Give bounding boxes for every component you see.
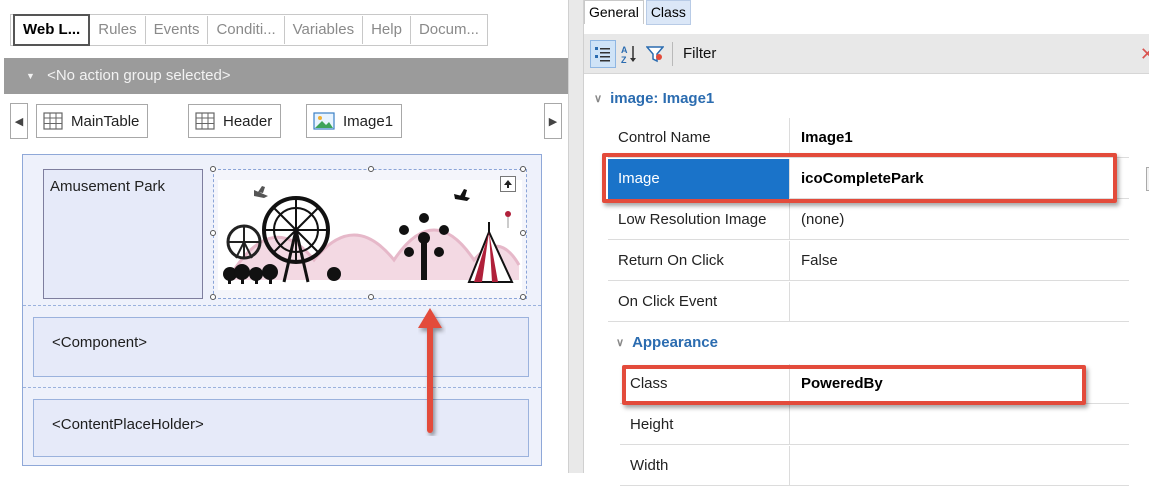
filter-icon [646,45,664,62]
breadcrumb-label: Header [223,112,273,130]
property-row-class[interactable]: Class PoweredBy [620,363,1129,404]
tab-variables[interactable]: Variables [285,16,364,44]
amusement-park-image [218,180,522,290]
image-icon [313,112,335,130]
chevron-down-icon[interactable]: ∨ [594,92,602,105]
component-text: <Component> [52,334,148,351]
breadcrumb-item-maintable[interactable]: MainTable [36,104,149,138]
property-value[interactable]: False [791,241,1149,281]
property-value[interactable] [791,446,1149,486]
properties-panel: General Class A Z Filter ✕ ∨ image: Imag… [584,0,1149,486]
resize-handle[interactable] [210,294,216,300]
action-group-bar[interactable]: ▼ <No action group selected> [4,58,568,94]
property-value[interactable]: icoCompletePark [791,159,1149,199]
breadcrumb-item-image1[interactable]: Image1 [306,104,403,138]
categorized-icon [595,46,610,61]
property-row-on-click-event[interactable]: On Click Event [608,281,1129,322]
svg-text:Z: Z [621,55,627,64]
image1-control[interactable] [210,166,527,300]
title-text: Amusement Park [50,178,166,195]
action-group-label: <No action group selected> [47,67,231,84]
resize-handle[interactable] [520,166,526,172]
table-icon [195,112,215,130]
property-row-width[interactable]: Width [620,445,1129,486]
layout-canvas[interactable]: Amusement Park <Component> <ContentPlace… [22,154,542,466]
scroll-right-button[interactable]: ▶ [544,103,562,139]
property-value[interactable]: PoweredBy [791,364,1149,404]
property-row-control-name[interactable]: Control Name Image1 [608,117,1129,158]
chevron-down-icon[interactable]: ▼ [26,71,35,81]
tab-events[interactable]: Events [146,16,209,44]
web-layout-designer: Web L... Rules Events Conditi... Variabl… [0,0,568,473]
panel-splitter[interactable] [568,0,584,473]
resize-handle[interactable] [210,230,216,236]
filter-button[interactable] [642,40,668,68]
property-row-return-on-click[interactable]: Return On Click False [608,240,1129,281]
chevron-down-icon[interactable]: ∨ [616,336,624,349]
property-name: Height [620,404,790,445]
properties-tabs: General Class [584,0,691,30]
tab-web-layout[interactable]: Web L... [13,14,91,46]
breadcrumb-item-header[interactable]: Header [188,104,282,138]
resize-handle[interactable] [368,294,374,300]
categorized-view-button[interactable] [590,39,616,68]
table-icon [43,112,63,130]
property-row-image[interactable]: Image icoCompletePark ... [608,158,1149,199]
alphabetical-sort-button[interactable]: A Z [616,40,642,68]
property-value[interactable]: (none) [791,200,1149,240]
title-textblock[interactable]: Amusement Park [43,169,203,299]
property-name: Class [620,363,790,404]
properties-toolbar: A Z Filter [584,34,1149,74]
category-image[interactable]: ∨ image: Image1 [594,80,714,116]
breadcrumb-label: Image1 [343,112,394,130]
content-placeholder[interactable]: <ContentPlaceHolder> [33,399,529,457]
row-divider [23,387,541,388]
resize-handle[interactable] [520,294,526,300]
property-name: Width [620,445,790,486]
tab-class[interactable]: Class [645,0,691,25]
property-value[interactable] [791,282,1149,322]
property-value[interactable]: Image1 [791,118,1149,158]
tab-conditions[interactable]: Conditi... [208,16,285,44]
property-row-height[interactable]: Height [620,404,1129,445]
filter-label[interactable]: Filter [683,45,716,62]
scroll-left-button[interactable]: ◀ [10,103,28,139]
category-appearance[interactable]: ∨ Appearance [616,324,718,360]
category-label: image: Image1 [610,89,715,107]
category-label: Appearance [632,333,718,351]
svg-text:A: A [621,45,628,55]
breadcrumb-label: MainTable [71,112,140,130]
row-divider [23,305,541,306]
toolbar-separator [672,41,673,66]
designer-tab-strip: Web L... Rules Events Conditi... Variabl… [10,14,488,46]
breadcrumb: ◀ MainTable Header Image1 ▶ [10,103,568,139]
resize-handle[interactable] [210,166,216,172]
property-name: Low Resolution Image [608,199,790,240]
tab-help[interactable]: Help [363,16,411,44]
property-name: Image [608,158,790,199]
placeholder-text: <ContentPlaceHolder> [52,416,204,433]
move-up-icon[interactable] [500,176,516,192]
tab-general[interactable]: General [584,0,644,24]
property-value[interactable] [791,405,1149,445]
property-name: Return On Click [608,240,790,281]
tab-rules[interactable]: Rules [90,16,146,44]
property-name: On Click Event [608,281,790,322]
property-name: Control Name [608,117,790,158]
resize-handle[interactable] [520,230,526,236]
component-placeholder[interactable]: <Component> [33,317,529,377]
property-row-low-resolution-image[interactable]: Low Resolution Image (none) [608,199,1129,240]
tab-documentation[interactable]: Docum... [411,16,487,44]
red-arrow-annotation [418,308,442,433]
resize-handle[interactable] [368,166,374,172]
sort-az-icon: A Z [621,45,636,64]
close-icon[interactable]: ✕ [1140,44,1149,65]
